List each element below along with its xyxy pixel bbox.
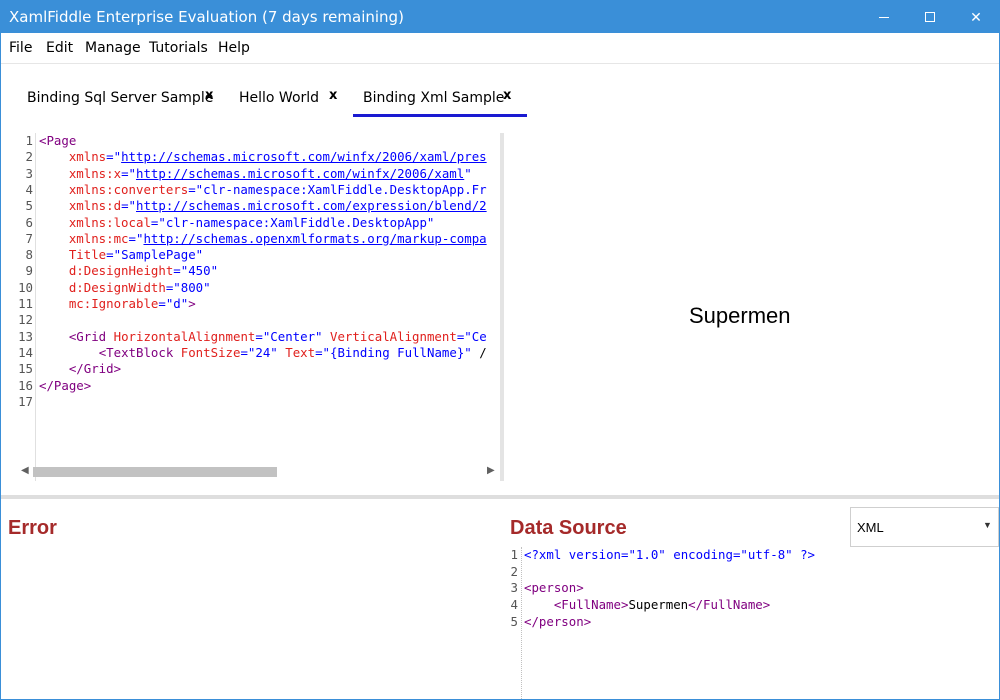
scroll-thumb[interactable] [33, 467, 277, 477]
line-text: d:DesignWidth="800" [68, 279, 211, 295]
line-text: <?xml version="1.0" encoding="utf-8" ?> [524, 547, 816, 562]
line-number: 14 [18, 344, 33, 360]
line-text: <Page [39, 133, 77, 148]
line-text: </Grid> [68, 361, 122, 377]
scroll-right-icon[interactable]: ▶ [487, 465, 495, 476]
line-text: xmlns:local="clr-namespace:XamlFiddle.De… [68, 214, 435, 230]
preview-textblock: Supermen [689, 303, 791, 328]
line-text: xmlns:mc="http://schemas.openxmlformats.… [68, 230, 487, 246]
minimize-icon [879, 17, 889, 18]
line-number: 16 [18, 377, 33, 393]
line-number: 10 [18, 279, 33, 295]
maximize-icon [925, 12, 935, 22]
tab-hello-world[interactable]: Hello World x [239, 87, 349, 117]
line-text: <TextBlock FontSize="24" Text="{Binding … [98, 344, 487, 360]
line-number: 6 [25, 214, 33, 230]
line-number: 4 [25, 181, 33, 197]
line-text: mc:Ignorable="d"> [68, 296, 196, 311]
tab-binding-sql-server-sample[interactable]: Binding Sql Server Sample x [27, 87, 227, 117]
editor-horizontal-scrollbar[interactable]: ◀ ▶ [19, 465, 499, 479]
minimize-button[interactable] [861, 1, 907, 33]
line-number: 2 [510, 563, 518, 579]
line-text: </person> [524, 613, 592, 629]
menu-divider [1, 63, 999, 64]
line-number: 17 [18, 393, 33, 409]
line-number: 5 [510, 613, 518, 629]
tab-close-icon[interactable]: x [205, 88, 213, 103]
scroll-left-icon[interactable]: ◀ [21, 465, 29, 476]
menu-file[interactable]: File [9, 40, 32, 56]
editor-gutter-divider [35, 133, 36, 481]
line-text: <FullName>Supermen</FullName> [553, 597, 771, 613]
line-text: xmlns="http://schemas.microsoft.com/winf… [68, 149, 487, 165]
line-number: 3 [510, 580, 518, 596]
close-button[interactable]: ✕ [953, 1, 999, 33]
active-tab-indicator [353, 114, 527, 117]
line-number: 12 [18, 312, 33, 328]
app-window: XamlFiddle Enterprise Evaluation (7 days… [0, 0, 1000, 700]
line-text: Title="SamplePage" [68, 247, 204, 263]
line-number: 9 [25, 263, 33, 279]
line-text: d:DesignHeight="450" [68, 263, 219, 279]
line-number: 8 [25, 247, 33, 263]
line-number: 4 [510, 597, 518, 613]
line-number: 7 [25, 230, 33, 246]
line-number: 1 [25, 133, 33, 148]
menu-tutorials[interactable]: Tutorials [149, 40, 208, 56]
menu-edit[interactable]: Edit [46, 40, 73, 56]
data-source-format-select[interactable]: XML ▼ [850, 507, 999, 547]
tab-close-icon[interactable]: x [503, 88, 511, 103]
tab-binding-xml-sample[interactable]: Binding Xml Sample x [353, 87, 527, 117]
line-text: xmlns:converters="clr-namespace:XamlFidd… [68, 181, 487, 197]
line-text: </Page> [39, 377, 92, 393]
horizontal-splitter[interactable] [1, 495, 999, 499]
line-number: 11 [18, 296, 33, 311]
line-number: 2 [25, 149, 33, 165]
menu-bar: File Edit Manage Tutorials Help [1, 33, 999, 63]
xaml-code-editor[interactable]: 1 <Page 2 xmlns="http://schemas.microsoft.… [15, 133, 501, 481]
menu-help[interactable]: Help [218, 40, 250, 56]
data-source-title: Data Source [510, 517, 627, 539]
vertical-splitter[interactable] [500, 133, 504, 481]
window-title: XamlFiddle Enterprise Evaluation (7 days… [9, 8, 404, 26]
tab-label: Hello World [239, 90, 320, 106]
menu-manage[interactable]: Manage [85, 40, 141, 56]
line-text: xmlns:d="http://schemas.microsoft.com/ex… [68, 198, 487, 214]
tab-label: Binding Xml Sample [363, 90, 505, 106]
title-bar[interactable]: XamlFiddle Enterprise Evaluation (7 days… [1, 1, 999, 33]
line-number: 1 [510, 547, 518, 562]
line-number: 3 [25, 165, 33, 181]
tab-close-icon[interactable]: x [329, 88, 337, 103]
maximize-button[interactable] [907, 1, 953, 33]
line-number: 13 [18, 328, 33, 344]
line-text: xmlns:x="http://schemas.microsoft.com/wi… [68, 165, 472, 181]
selected-format: XML [857, 520, 884, 535]
error-title: Error [8, 517, 57, 539]
line-number: 5 [25, 198, 33, 214]
line-text: <Grid HorizontalAlignment="Center" Verti… [68, 328, 487, 344]
close-icon: ✕ [970, 9, 982, 25]
line-number: 15 [18, 361, 33, 377]
chevron-down-icon: ▼ [983, 520, 992, 530]
tab-label: Binding Sql Server Sample [27, 90, 214, 106]
line-text: <person> [524, 580, 584, 596]
data-source-editor[interactable]: 1 <?xml version="1.0" encoding="utf-8" ?>… [509, 547, 849, 637]
